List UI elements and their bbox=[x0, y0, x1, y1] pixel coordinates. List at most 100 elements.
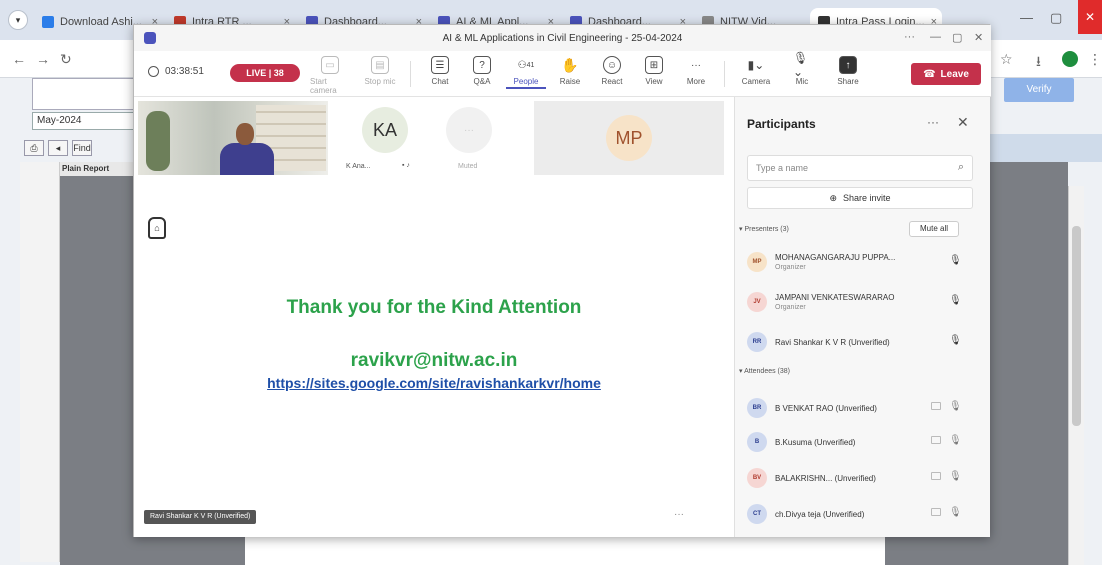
attendees-section-header[interactable]: ▾ Attendees (38) bbox=[739, 367, 790, 375]
people-icon: ⚇ 41 bbox=[517, 59, 535, 71]
mic-off-icon[interactable]: 🎙 bbox=[949, 435, 962, 446]
qa-icon: ? bbox=[473, 56, 491, 74]
participant-name: JAMPANI VENKATESWARARAO bbox=[775, 293, 895, 302]
participant-row[interactable]: MP MOHANAGANGARAJU PUPPA... Organizer 🎙 bbox=[747, 247, 977, 277]
participant-tile-muted[interactable]: ··· Muted bbox=[444, 101, 524, 175]
close-icon[interactable]: ✕ bbox=[974, 31, 983, 44]
mic-off-icon[interactable]: 🎙 bbox=[949, 507, 962, 518]
participant-name: Ravi Shankar K V R (Unverified) bbox=[775, 338, 890, 347]
presenters-section-header[interactable]: ▾ Presenters (3) bbox=[739, 225, 789, 233]
stage-more-icon[interactable]: ··· bbox=[674, 509, 684, 520]
mic-icon[interactable]: 🎙 bbox=[949, 255, 962, 266]
participant-search-input[interactable]: Type a name ⌕ bbox=[747, 155, 973, 181]
doc-print-icon[interactable]: ⎙ bbox=[24, 140, 44, 156]
people-button[interactable]: ⚇ 41 People bbox=[506, 56, 546, 89]
avatar: BV bbox=[747, 468, 767, 488]
chat-button[interactable]: ☰ Chat bbox=[420, 56, 460, 86]
doc-report-label: Plain Report bbox=[60, 162, 140, 176]
raise-hand-button[interactable]: ✋ Raise bbox=[550, 56, 590, 87]
minimize-icon[interactable]: — bbox=[930, 31, 941, 43]
profile-avatar-icon[interactable] bbox=[1062, 51, 1078, 67]
participant-row[interactable]: RR Ravi Shankar K V R (Unverified) 🎙 bbox=[747, 327, 977, 357]
doc-verify-button[interactable]: Verify bbox=[1004, 78, 1074, 102]
participant-tile-mp[interactable]: MP bbox=[534, 101, 724, 175]
clock-icon bbox=[148, 66, 159, 77]
share-icon: ↑ bbox=[839, 56, 857, 74]
toolbar-label: Camera bbox=[741, 77, 771, 86]
more-icon[interactable]: ··· bbox=[927, 115, 939, 129]
download-icon[interactable]: ⭳ bbox=[1036, 51, 1041, 75]
tab-favicon bbox=[42, 16, 54, 28]
mic-off-icon[interactable]: 🎙 bbox=[949, 401, 962, 412]
doc-scrollbar[interactable] bbox=[1068, 186, 1084, 565]
panel-title: Participants bbox=[747, 117, 816, 131]
participant-row[interactable]: BV BALAKRISHN... (Unverified) 🎙 bbox=[747, 463, 977, 493]
doc-find-button[interactable]: Find bbox=[72, 140, 92, 156]
participant-row[interactable]: JV JAMPANI VENKATESWARARAO Organizer 🎙 bbox=[747, 287, 977, 317]
mic-icon[interactable]: 🎙 bbox=[949, 335, 962, 346]
toolbar-label: View bbox=[645, 77, 663, 86]
mic-off-icon[interactable]: 🎙 bbox=[949, 471, 962, 482]
avatar: MP bbox=[747, 252, 767, 272]
participant-row[interactable]: B B.Kusuma (Unverified) 🎙 bbox=[747, 427, 977, 457]
avatar-placeholder: ··· bbox=[446, 107, 492, 153]
start-camera-button[interactable]: ▭ Start camera bbox=[310, 56, 350, 95]
mic-icon: ▤ bbox=[371, 56, 389, 74]
view-button[interactable]: ⊞ View bbox=[634, 56, 674, 86]
minimize-icon[interactable]: — bbox=[1020, 10, 1033, 25]
participant-name: B.Kusuma (Unverified) bbox=[775, 438, 856, 447]
maximize-icon[interactable]: ▢ bbox=[1050, 10, 1062, 26]
qa-button[interactable]: ? Q&A bbox=[462, 56, 502, 86]
back-icon[interactable]: ← bbox=[12, 51, 26, 67]
teams-meeting-window: AI & ML Applications in Civil Engineerin… bbox=[133, 24, 991, 537]
doc-date-field[interactable]: May-2024 bbox=[32, 112, 137, 130]
tab-label: Download Ashi... bbox=[60, 16, 142, 28]
video-plant bbox=[146, 111, 170, 171]
window-close-button[interactable]: ✕ bbox=[1078, 0, 1102, 34]
forward-icon[interactable]: → bbox=[36, 51, 50, 67]
camera-toggle-button[interactable]: ▮⌄ Camera bbox=[736, 56, 776, 86]
meeting-toolbar: 03:38:51 LIVE | 38 ▭ Start camera ▤ Stop m… bbox=[134, 51, 991, 97]
maximize-icon[interactable]: ▢ bbox=[952, 31, 962, 44]
doc-scrollbar-thumb[interactable] bbox=[1072, 226, 1081, 426]
camera-off-icon bbox=[931, 402, 941, 410]
toolbar-label: Start camera bbox=[310, 77, 337, 95]
doc-toolbar: ⎙ ◂ Find bbox=[24, 140, 142, 158]
smile-icon: ☺ bbox=[603, 56, 621, 74]
participant-row[interactable]: CT ch.Divya teja (Unverified) 🎙 bbox=[747, 499, 977, 529]
hand-icon: ✋ bbox=[561, 56, 579, 73]
mute-all-button[interactable]: Mute all bbox=[909, 221, 959, 237]
stop-mic-button[interactable]: ▤ Stop mic bbox=[360, 56, 400, 86]
participant-tile-name: K Ana... bbox=[346, 163, 371, 170]
toolbar-label: Raise bbox=[559, 77, 581, 86]
participant-row[interactable]: BR B VENKAT RAO (Unverified) 🎙 bbox=[747, 393, 977, 423]
leave-button[interactable]: ☎ Leave bbox=[911, 63, 981, 85]
participant-name: B VENKAT RAO (Unverified) bbox=[775, 404, 877, 413]
camera-off-icon: ▮⌄ bbox=[747, 58, 765, 72]
participant-tile-ka[interactable]: KA K Ana... ▪ ♪ bbox=[340, 101, 440, 175]
bookmark-star-icon[interactable]: ☆ bbox=[1000, 51, 1013, 68]
avatar: JV bbox=[747, 292, 767, 312]
share-button[interactable]: ↑ Share bbox=[828, 56, 868, 86]
meeting-timer: 03:38:51 bbox=[148, 66, 204, 77]
video-tile-presenter[interactable] bbox=[138, 101, 328, 175]
toolbar-label: Share bbox=[837, 77, 859, 86]
reload-icon[interactable]: ↻ bbox=[60, 51, 72, 68]
mic-icon[interactable]: 🎙 bbox=[949, 295, 962, 306]
close-icon[interactable]: ✕ bbox=[957, 114, 969, 131]
react-button[interactable]: ☺ React bbox=[592, 56, 632, 86]
more-button[interactable]: ··· More bbox=[676, 56, 716, 87]
toolbar-divider bbox=[410, 61, 411, 87]
browser-menu-button[interactable]: ▾ bbox=[8, 10, 28, 30]
dots-icon[interactable]: ··· bbox=[904, 31, 915, 43]
doc-nav-icon[interactable]: ◂ bbox=[48, 140, 68, 156]
share-invite-button[interactable]: ⊕ Share invite bbox=[747, 187, 973, 209]
participant-role: Organizer bbox=[775, 264, 806, 271]
participant-name: BALAKRISHN... (Unverified) bbox=[775, 474, 876, 483]
slide-url-link[interactable]: https://sites.google.com/site/ravishanka… bbox=[134, 375, 734, 391]
doc-right-strip bbox=[990, 134, 1102, 162]
browser-more-icon[interactable]: ⋮ bbox=[1088, 51, 1102, 68]
mic-toggle-button[interactable]: 🎙⌄ Mic bbox=[782, 51, 822, 86]
participant-name: MOHANAGANGARAJU PUPPA... bbox=[775, 253, 896, 262]
presenter-name-tag: Ravi Shankar K V R (Unverified) bbox=[144, 510, 257, 524]
